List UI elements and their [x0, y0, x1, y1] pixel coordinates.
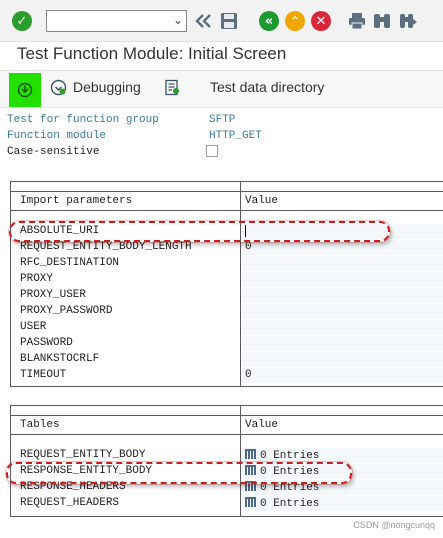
test-data-icon[interactable] — [164, 79, 181, 96]
exit-yellow-icon[interactable]: ⌃ — [285, 11, 305, 31]
tables-value-header: Value — [245, 419, 279, 431]
value-cell[interactable] — [241, 304, 443, 319]
function-group-value: SFTP — [209, 114, 236, 126]
entries-count: 0 Entries — [260, 498, 320, 510]
save-icon[interactable] — [219, 11, 239, 31]
import-table-header: Import parameters Value — [11, 191, 443, 211]
execute-icon — [17, 82, 33, 98]
tables-table: Tables Value REQUEST_ENTITY_BODY 0 Entrie… — [10, 405, 443, 517]
response-entity-body-highlight — [6, 462, 352, 484]
function-module-value: HTTP_GET — [209, 130, 262, 142]
debugging-button[interactable]: Debugging — [73, 79, 141, 95]
parameter-name: PROXY_USER — [20, 289, 87, 301]
cancel-red-icon[interactable]: ✕ — [311, 11, 331, 31]
value-cell[interactable] — [241, 352, 443, 367]
parameter-name: USER — [20, 321, 47, 333]
parameter-name: REQUEST_ENTITY_BODY_LENGTH — [20, 241, 192, 253]
tables-header: Tables — [20, 419, 60, 431]
back-double-chevron-icon[interactable] — [193, 11, 213, 31]
entries-count: 0 Entries — [260, 450, 320, 462]
print-icon[interactable] — [347, 11, 367, 31]
execute-button[interactable] — [9, 73, 41, 107]
debugging-icon[interactable] — [50, 79, 67, 96]
tables-table-header: Tables Value — [11, 415, 443, 435]
parameter-name: RFC_DESTINATION — [20, 257, 120, 269]
find-icon[interactable] — [372, 11, 392, 31]
text-cursor — [245, 225, 246, 237]
parameter-value[interactable]: 0 — [245, 369, 252, 381]
value-cell[interactable] — [241, 336, 443, 351]
page-title: Test Function Module: Initial Screen — [17, 44, 287, 63]
table-entries-icon[interactable] — [245, 497, 256, 507]
parameter-name: PROXY_PASSWORD — [20, 305, 113, 317]
test-data-directory-button[interactable]: Test data directory — [210, 79, 324, 95]
value-cell[interactable] — [241, 256, 443, 271]
import-parameters-header: Import parameters — [20, 195, 133, 207]
absolute-uri-highlight — [9, 221, 390, 242]
import-parameters-table: Import parameters Value ABSOLUTE_URI REQU… — [10, 181, 443, 387]
find-next-icon[interactable] — [398, 11, 418, 31]
parameter-name: PROXY — [20, 273, 54, 285]
parameter-name: TIMEOUT — [20, 369, 67, 381]
value-cell[interactable] — [241, 368, 443, 383]
back-green-icon[interactable]: « — [259, 11, 279, 31]
watermark: CSDN @nongcunqq — [353, 520, 435, 530]
system-toolbar: ✓ ⌄ « ⌃ ✕ — [0, 0, 443, 42]
value-cell[interactable] — [241, 320, 443, 335]
parameter-name: BLANKSTOCRLF — [20, 353, 100, 365]
parameter-name: PASSWORD — [20, 337, 73, 349]
value-cell[interactable] — [241, 272, 443, 287]
command-dropdown-icon[interactable]: ⌄ — [173, 13, 183, 27]
table-entries-icon[interactable] — [245, 449, 256, 459]
parameter-name: REQUEST_ENTITY_BODY — [20, 449, 146, 461]
command-field[interactable]: ⌄ — [46, 10, 187, 32]
parameter-value[interactable]: 0 — [245, 241, 252, 253]
enter-check-icon[interactable]: ✓ — [12, 11, 32, 31]
parameter-name: REQUEST_HEADERS — [20, 497, 120, 509]
parameter-value[interactable]: 0 Entries — [245, 449, 319, 462]
case-sensitive-checkbox[interactable] — [206, 145, 218, 157]
parameter-value[interactable]: 0 Entries — [245, 497, 319, 510]
value-cell[interactable] — [241, 240, 443, 255]
function-group-label: Test for function group — [7, 114, 159, 126]
case-sensitive-label: Case-sensitive — [7, 146, 100, 158]
value-cell[interactable] — [241, 288, 443, 303]
value-header: Value — [245, 195, 279, 207]
function-module-label: Function module — [7, 130, 107, 142]
